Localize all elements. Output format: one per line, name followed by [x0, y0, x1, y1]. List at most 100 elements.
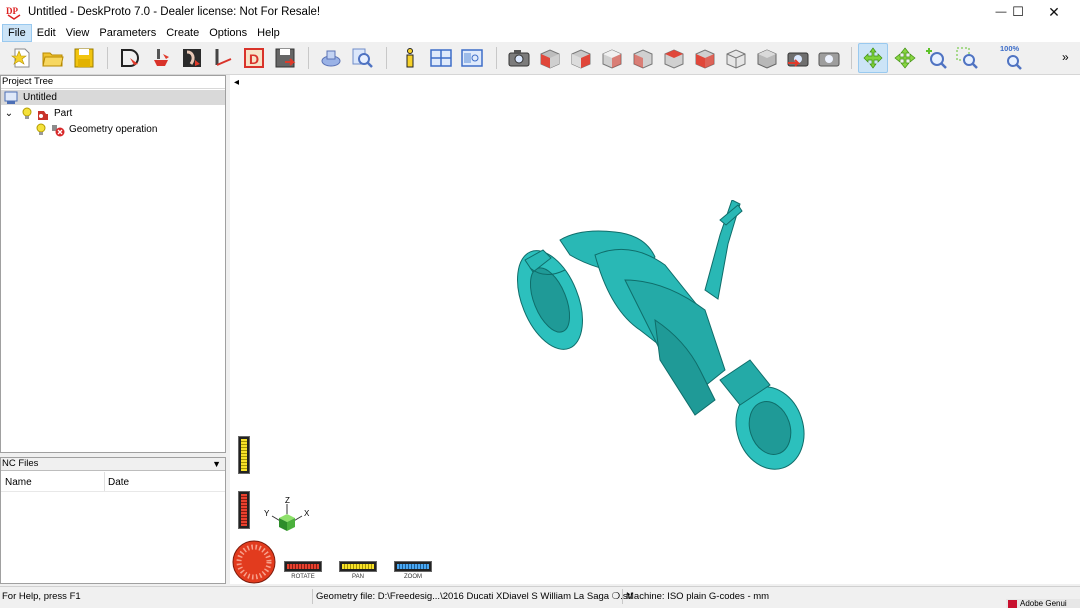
layout-button[interactable]	[427, 44, 455, 72]
status-bar: For Help, press F1 Geometry file: D:\Fre…	[0, 586, 1080, 608]
camera-icon	[508, 50, 530, 67]
view-right-button[interactable]	[629, 44, 657, 72]
part-wizard-button[interactable]	[178, 44, 206, 72]
rotate-dial[interactable]	[232, 538, 277, 584]
expand-chevron-icon[interactable]: ⌄	[3, 108, 15, 118]
view-front-icon	[540, 49, 560, 69]
view-back-icon	[571, 49, 591, 69]
window-title: Untitled - DeskProto 7.0 - Dealer licens…	[28, 6, 321, 18]
open-button[interactable]	[39, 44, 67, 72]
close-button[interactable]: ✕	[1036, 0, 1072, 24]
motorcycle-3d-model[interactable]	[505, 200, 815, 480]
simulation-button[interactable]	[317, 44, 345, 72]
zoom-mode-button[interactable]	[922, 44, 950, 72]
maximize-button[interactable]: ☐	[1000, 0, 1036, 24]
camera-button[interactable]	[505, 44, 533, 72]
deskproto-app-icon[interactable]: DP	[6, 4, 22, 20]
view-bottom-button[interactable]	[691, 44, 719, 72]
tree-item-part[interactable]: ⌄ Part	[3, 106, 72, 121]
toolbar-separator	[496, 47, 497, 69]
menu-options[interactable]: Options	[204, 24, 252, 42]
camera-save-button[interactable]	[784, 44, 812, 72]
menu-create[interactable]: Create	[161, 24, 204, 42]
panel-splitter[interactable]	[0, 453, 226, 457]
save-button[interactable]	[70, 44, 98, 72]
title-bar: DP Untitled - DeskProto 7.0 - Dealer lic…	[0, 0, 1080, 24]
d-wizard-button[interactable]: D	[240, 44, 268, 72]
horizontal-zoom-scale[interactable]	[394, 561, 432, 572]
operation-wizard-button[interactable]	[147, 44, 175, 72]
menu-parameters[interactable]: Parameters	[94, 24, 161, 42]
status-help: For Help, press F1	[2, 591, 81, 602]
status-separator	[312, 589, 313, 604]
axis-y-label: Y	[264, 509, 270, 518]
toolbar-separator	[107, 47, 108, 69]
tree-root-label: Untitled	[23, 92, 57, 103]
toolbar-overflow-chevron[interactable]: »	[1062, 50, 1069, 64]
column-header-date[interactable]: Date	[108, 477, 129, 488]
simulation-icon	[321, 50, 341, 67]
horizontal-pan-scale[interactable]	[339, 561, 377, 572]
preview-icon	[352, 48, 373, 68]
header-divider	[1, 491, 225, 492]
project-icon	[4, 91, 18, 104]
pan-mode-button[interactable]	[891, 44, 919, 72]
camera-save-icon	[787, 52, 809, 67]
view-left-icon	[602, 49, 622, 69]
collapse-arrow-icon[interactable]: ◂	[234, 77, 239, 88]
column-divider[interactable]	[104, 472, 105, 492]
view-top-button[interactable]	[660, 44, 688, 72]
pan-scale-label: PAN	[352, 574, 364, 580]
parameters-window-button[interactable]	[458, 44, 486, 72]
maximize-icon: ☐	[1012, 4, 1024, 19]
project-tree-panel: Project Tree Untitled ⌄ Part Geometry op…	[0, 75, 226, 453]
menu-file[interactable]: File	[2, 24, 32, 42]
geometry-wizard-button[interactable]	[116, 44, 144, 72]
status-separator	[622, 589, 623, 604]
view-iso-button[interactable]	[722, 44, 750, 72]
toolbar-separator	[308, 47, 309, 69]
toolpath-icon	[215, 49, 232, 66]
menu-help[interactable]: Help	[252, 24, 285, 42]
tree-item-geometry-operation[interactable]: Geometry operation	[35, 122, 157, 137]
part-icon	[38, 110, 48, 120]
camera-restore-button[interactable]	[815, 44, 843, 72]
view-iso2-icon	[757, 49, 777, 69]
axis-x-label: X	[304, 509, 310, 518]
info-button[interactable]	[396, 44, 424, 72]
new-project-button[interactable]	[8, 44, 36, 72]
zoom-window-button[interactable]	[953, 44, 981, 72]
vertical-zoom-scale[interactable]	[238, 491, 250, 529]
view-left-button[interactable]	[598, 44, 626, 72]
nc-files-title: NC Files	[2, 458, 39, 469]
menu-edit[interactable]: Edit	[32, 24, 61, 42]
view-right-icon	[633, 49, 653, 69]
part-wizard-icon	[183, 49, 201, 67]
menu-view[interactable]: View	[61, 24, 95, 42]
zoom-100-button[interactable]: 100%	[998, 44, 1026, 72]
status-geometry-file: Geometry file: D:\Freedesig...\2016 Duca…	[316, 591, 633, 602]
tree-item-root[interactable]: Untitled	[1, 90, 225, 105]
view-front-button[interactable]	[536, 44, 564, 72]
save-nc-icon	[275, 48, 296, 68]
operation-error-icon	[52, 124, 65, 136]
save-nc-button[interactable]	[271, 44, 299, 72]
rotate-mode-button[interactable]	[858, 43, 888, 73]
lightbulb-icon[interactable]	[21, 107, 33, 121]
view-back-button[interactable]	[567, 44, 595, 72]
menu-bar: File Edit View Parameters Create Options…	[0, 24, 1080, 42]
layout-icon	[430, 49, 452, 67]
geometry-wizard-icon	[121, 49, 139, 67]
open-folder-icon	[42, 52, 64, 67]
vertical-pan-scale[interactable]	[238, 436, 250, 474]
lightbulb-icon[interactable]	[35, 123, 47, 137]
info-icon	[406, 48, 414, 68]
toolpath-button[interactable]	[209, 44, 237, 72]
dropdown-arrow-icon[interactable]: ▼	[212, 458, 221, 470]
view-iso2-button[interactable]	[753, 44, 781, 72]
column-header-name[interactable]: Name	[5, 477, 32, 488]
preview-button[interactable]	[348, 44, 376, 72]
horizontal-rotate-scale[interactable]	[284, 561, 322, 572]
camera-restore-icon	[818, 52, 840, 67]
nc-files-header[interactable]: NC Files ▼	[1, 458, 225, 471]
